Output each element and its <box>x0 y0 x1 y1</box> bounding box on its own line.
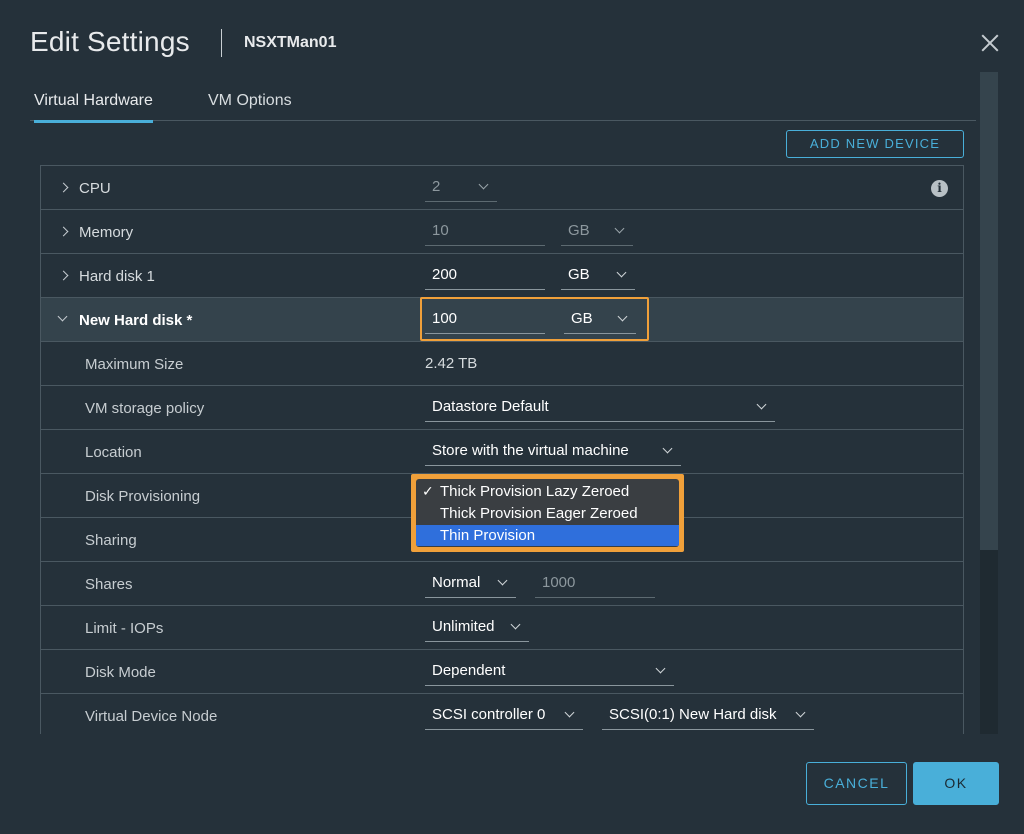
option-thick-eager-zeroed[interactable]: Thick Provision Eager Zeroed <box>416 503 679 524</box>
cpu-label: CPU <box>79 180 111 197</box>
maximum-size-value: 2.42 TB <box>425 355 478 372</box>
chevron-down-icon <box>497 575 508 586</box>
row-location: Location Store with the virtual machine <box>41 430 963 474</box>
tab-bar: Virtual Hardware VM Options <box>30 88 976 123</box>
row-shares: Shares Normal 1000 <box>41 562 963 606</box>
hard-disk-1-unit-select[interactable]: GB <box>561 262 635 290</box>
row-limit-iops: Limit - IOPs Unlimited <box>41 606 963 650</box>
location-value: Store with the virtual machine <box>432 442 629 459</box>
scrollbar[interactable] <box>980 72 998 734</box>
chevron-down-icon <box>614 223 625 234</box>
new-hard-disk-size-highlight <box>420 297 649 341</box>
virtual-device-node-label: Virtual Device Node <box>85 708 218 725</box>
new-hard-disk-label: New Hard disk * <box>79 312 193 329</box>
shares-select[interactable]: Normal <box>425 570 516 598</box>
sharing-label: Sharing <box>85 532 137 549</box>
chevron-down-icon[interactable] <box>57 311 68 322</box>
storage-policy-value: Datastore Default <box>432 398 549 415</box>
ok-button[interactable]: OK <box>913 762 999 805</box>
cancel-button[interactable]: CANCEL <box>806 762 907 805</box>
scrollbar-thumb[interactable] <box>980 72 998 550</box>
chevron-down-icon <box>510 619 521 630</box>
storage-policy-select[interactable]: Datastore Default <box>425 394 775 422</box>
hard-disk-1-label: Hard disk 1 <box>79 268 155 285</box>
shares-label: Shares <box>85 576 133 593</box>
row-maximum-size: Maximum Size 2.42 TB <box>41 342 963 386</box>
option-label: Thin Provision <box>440 527 536 544</box>
chevron-down-icon <box>756 399 767 410</box>
vm-name: NSXTMan01 <box>244 34 337 51</box>
disk-mode-select[interactable]: Dependent <box>425 658 674 686</box>
chevron-down-icon <box>662 443 673 454</box>
option-thin-provision[interactable]: Thin Provision <box>416 525 679 546</box>
location-label: Location <box>85 444 142 461</box>
scsi-controller-select[interactable]: SCSI controller 0 <box>425 702 583 730</box>
chevron-down-icon <box>564 707 575 718</box>
tab-virtual-hardware[interactable]: Virtual Hardware <box>34 92 153 123</box>
shares-number-input[interactable]: 1000 <box>535 570 655 598</box>
scsi-controller-value: SCSI controller 0 <box>432 706 546 723</box>
cpu-select[interactable]: 2 <box>425 174 497 202</box>
hard-disk-1-size-input[interactable]: 200 <box>425 262 545 290</box>
memory-unit-select[interactable]: GB <box>561 218 633 246</box>
scsi-node-value: SCSI(0:1) New Hard disk <box>609 706 777 723</box>
disk-provisioning-dropdown[interactable]: ✓ Thick Provision Lazy Zeroed Thick Prov… <box>411 474 684 552</box>
tab-vm-options[interactable]: VM Options <box>208 92 292 120</box>
storage-policy-label: VM storage policy <box>85 400 205 417</box>
memory-unit: GB <box>568 222 590 239</box>
chevron-down-icon <box>655 663 666 674</box>
dropdown-menu: ✓ Thick Provision Lazy Zeroed Thick Prov… <box>416 479 679 547</box>
disk-mode-value: Dependent <box>432 662 506 679</box>
limit-iops-value: Unlimited <box>432 618 495 635</box>
chevron-down-icon <box>478 179 489 190</box>
row-disk-mode: Disk Mode Dependent <box>41 650 963 694</box>
row-hard-disk-1: Hard disk 1 200 GB <box>41 254 963 298</box>
memory-label: Memory <box>79 224 134 241</box>
hard-disk-1-unit: GB <box>568 266 590 283</box>
hardware-table: CPU 2 i Memory 10 GB Hard disk 1 200 GB <box>40 165 964 734</box>
info-icon[interactable]: i <box>931 180 948 197</box>
maximum-size-label: Maximum Size <box>85 356 184 373</box>
checkmark-icon: ✓ <box>422 483 434 499</box>
chevron-right-icon[interactable] <box>58 226 69 237</box>
chevron-right-icon[interactable] <box>58 270 69 281</box>
cpu-value: 2 <box>432 178 441 195</box>
limit-iops-label: Limit - IOPs <box>85 620 164 637</box>
chevron-right-icon[interactable] <box>58 182 69 193</box>
location-select[interactable]: Store with the virtual machine <box>425 438 681 466</box>
row-cpu: CPU 2 i <box>41 166 963 210</box>
add-new-device-button[interactable]: ADD NEW DEVICE <box>786 130 964 158</box>
memory-input[interactable]: 10 <box>425 218 545 246</box>
dialog-title: Edit Settings <box>30 26 190 57</box>
shares-value: Normal <box>432 574 481 591</box>
disk-mode-label: Disk Mode <box>85 664 156 681</box>
row-storage-policy: VM storage policy Datastore Default <box>41 386 963 430</box>
option-thick-lazy-zeroed[interactable]: ✓ Thick Provision Lazy Zeroed <box>416 481 679 502</box>
option-label: Thick Provision Lazy Zeroed <box>440 483 630 500</box>
limit-iops-select[interactable]: Unlimited <box>425 614 529 642</box>
disk-provisioning-label: Disk Provisioning <box>85 488 201 505</box>
chevron-down-icon <box>795 707 806 718</box>
edit-settings-dialog: Edit Settings NSXTMan01 Virtual Hardware… <box>0 0 1024 834</box>
title-divider <box>221 29 222 57</box>
row-memory: Memory 10 GB <box>41 210 963 254</box>
option-label: Thick Provision Eager Zeroed <box>440 505 638 522</box>
row-virtual-device-node: Virtual Device Node SCSI controller 0 SC… <box>41 694 963 734</box>
close-icon[interactable] <box>979 32 1001 54</box>
scsi-node-select[interactable]: SCSI(0:1) New Hard disk <box>602 702 814 730</box>
chevron-down-icon <box>616 267 627 278</box>
